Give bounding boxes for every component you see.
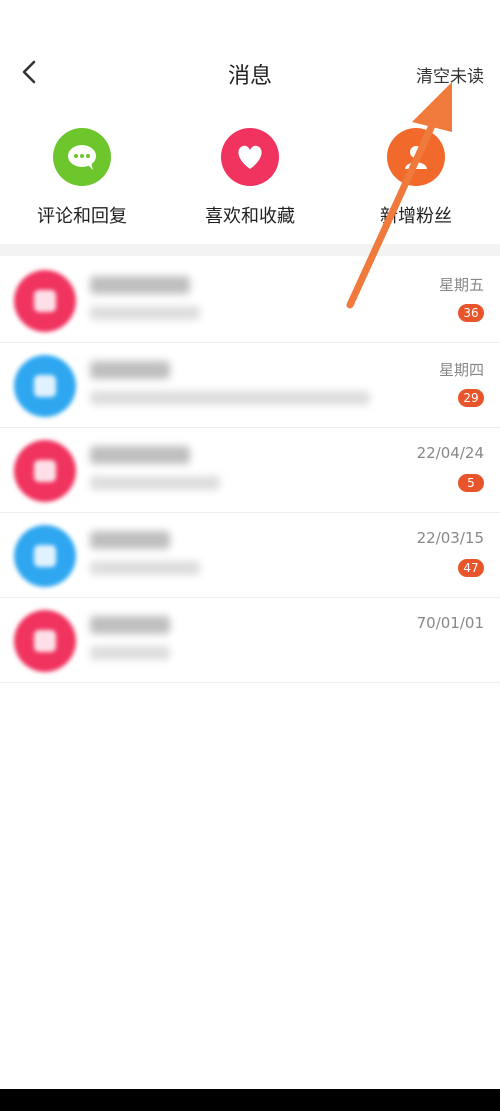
chat-bubble-icon [53,128,111,186]
avatar [14,270,76,332]
blurred-sender-name [90,446,190,464]
quick-actions: 评论和回复 喜欢和收藏 新增粉丝 [0,128,500,238]
comments-replies-label: 评论和回复 [37,206,127,227]
comments-replies-entry[interactable]: 评论和回复 [2,128,162,228]
avatar [14,525,76,587]
blurred-sender-name [90,531,170,549]
avatar [14,440,76,502]
blurred-preview-text [90,646,170,660]
message-row[interactable]: 22/03/15 47 [0,513,500,598]
blurred-preview-text [90,391,370,405]
blurred-preview-text [90,476,220,490]
system-navigation-bar [0,1089,500,1111]
likes-favorites-entry[interactable]: 喜欢和收藏 [170,128,330,228]
message-time: 22/03/15 [416,529,484,547]
section-divider [0,244,500,256]
new-followers-label: 新增粉丝 [380,206,452,227]
heart-icon [221,128,279,186]
avatar [14,355,76,417]
message-time: 星期五 [438,276,484,294]
blurred-sender-name [90,616,170,634]
unread-count-badge: 47 [458,559,484,577]
unread-count-badge: 29 [458,389,484,407]
clear-unread-button[interactable]: 清空未读 [416,62,484,87]
blurred-preview-text [90,561,200,575]
likes-favorites-label: 喜欢和收藏 [205,206,295,227]
message-time: 22/04/24 [416,444,484,462]
avatar [14,610,76,672]
blurred-sender-name [90,361,170,379]
blurred-sender-name [90,276,190,294]
unread-count-badge: 36 [458,304,484,322]
message-time: 星期四 [438,361,484,379]
message-row[interactable]: 70/01/01 [0,598,500,683]
follower-icon [387,128,445,186]
message-row[interactable]: 22/04/24 5 [0,428,500,513]
top-bar: 消息 清空未读 [0,40,500,104]
message-list: 星期五 36 星期四 29 22/04/24 5 22/03/15 47 70/… [0,258,500,683]
message-row[interactable]: 星期四 29 [0,343,500,428]
blurred-preview-text [90,306,200,320]
message-time: 70/01/01 [416,614,484,632]
message-row[interactable]: 星期五 36 [0,258,500,343]
new-followers-entry[interactable]: 新增粉丝 [336,128,496,228]
unread-count-badge: 5 [458,474,484,492]
